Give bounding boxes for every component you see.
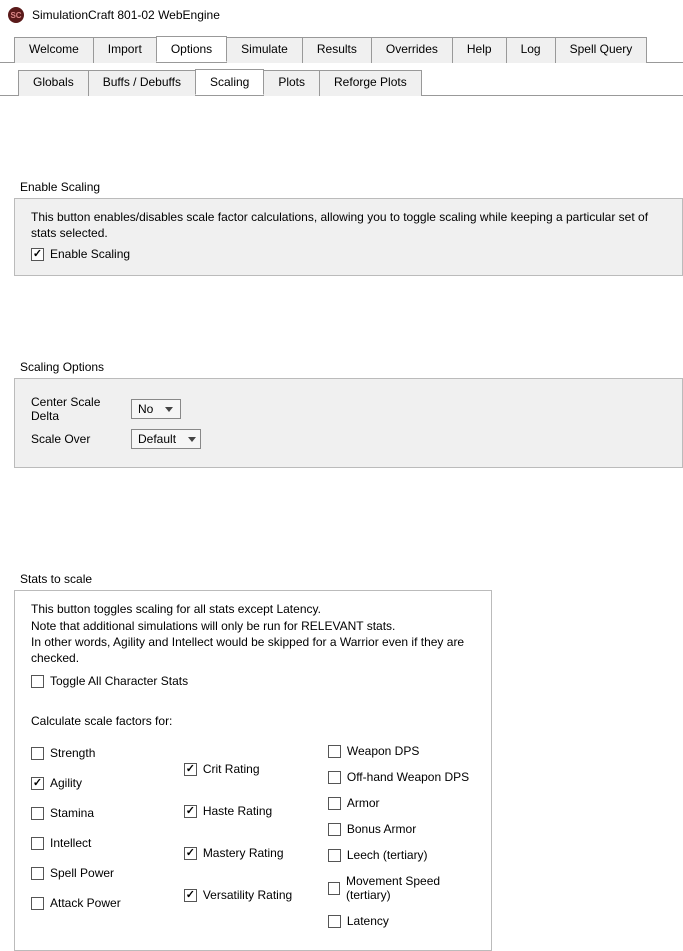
scaling-options-box: Center Scale Delta No Scale Over Default [14, 378, 683, 468]
toggle-all-stats-label: Toggle All Character Stats [50, 674, 188, 688]
enable-scaling-section: Enable Scaling This button enables/disab… [14, 180, 683, 276]
stat-leech-tertiary-[interactable]: Leech (tertiary) [328, 848, 477, 862]
tab-options[interactable]: Options [156, 36, 227, 62]
stat-bonus-armor[interactable]: Bonus Armor [328, 822, 477, 836]
titlebar: SC SimulationCraft 801-02 WebEngine [0, 0, 683, 30]
stat-column-1: Strength Agility Stamina Intellect Spell Pow… [31, 738, 154, 934]
subtab-globals[interactable]: Globals [18, 70, 89, 96]
stat-label: Agility [50, 776, 82, 790]
toggle-all-stats-row[interactable]: Toggle All Character Stats [31, 674, 477, 688]
stat-stamina[interactable]: Stamina [31, 806, 154, 820]
stat-column-2: Crit Rating Haste Rating Mastery Rating Ver… [184, 738, 298, 934]
stat-label: Latency [347, 914, 389, 928]
enable-scaling-desc: This button enables/disables scale facto… [31, 209, 668, 241]
stat-spell-power[interactable]: Spell Power [31, 866, 154, 880]
scale-over-select[interactable]: Default [131, 429, 201, 449]
stats-to-scale-desc: This button toggles scaling for all stat… [31, 601, 477, 666]
stat-intellect[interactable]: Intellect [31, 836, 154, 850]
subtab-plots[interactable]: Plots [263, 70, 320, 96]
stat-checkbox[interactable] [31, 747, 44, 760]
stat-label: Armor [347, 796, 380, 810]
stat-armor[interactable]: Armor [328, 796, 477, 810]
tab-results[interactable]: Results [302, 37, 372, 63]
stat-label: Strength [50, 746, 95, 760]
scale-over-value: Default [138, 432, 176, 446]
stat-label: Crit Rating [203, 762, 260, 776]
stat-label: Haste Rating [203, 804, 272, 818]
stat-label: Weapon DPS [347, 744, 420, 758]
stat-column-3: Weapon DPS Off-hand Weapon DPS Armor Bonus … [328, 738, 477, 934]
stat-latency[interactable]: Latency [328, 914, 477, 928]
center-scale-delta-label: Center Scale Delta [31, 395, 131, 423]
subtab-scaling[interactable]: Scaling [195, 69, 264, 95]
stat-checkbox[interactable] [184, 763, 197, 776]
center-scale-delta-select[interactable]: No [131, 399, 181, 419]
chevron-down-icon [188, 437, 196, 442]
tab-log[interactable]: Log [506, 37, 556, 63]
stat-weapon-dps[interactable]: Weapon DPS [328, 744, 477, 758]
stats-to-scale-box: This button toggles scaling for all stat… [14, 590, 492, 951]
stat-label: Intellect [50, 836, 91, 850]
scaling-options-section: Scaling Options Center Scale Delta No Sc… [14, 360, 683, 468]
scale-over-label: Scale Over [31, 432, 131, 446]
stat-attack-power[interactable]: Attack Power [31, 896, 154, 910]
tab-import[interactable]: Import [93, 37, 157, 63]
stat-label: Bonus Armor [347, 822, 416, 836]
stat-checkbox[interactable] [31, 777, 44, 790]
stat-checkbox[interactable] [31, 867, 44, 880]
subtab-reforge-plots[interactable]: Reforge Plots [319, 70, 422, 96]
tab-help[interactable]: Help [452, 37, 507, 63]
stat-checkbox[interactable] [31, 837, 44, 850]
enable-scaling-checkbox[interactable] [31, 248, 44, 261]
toggle-all-stats-checkbox[interactable] [31, 675, 44, 688]
main-tabs: WelcomeImportOptionsSimulateResultsOverr… [0, 36, 683, 63]
stat-checkbox[interactable] [184, 847, 197, 860]
stat-label: Stamina [50, 806, 94, 820]
stat-label: Versatility Rating [203, 888, 292, 902]
stat-checkbox[interactable] [328, 745, 341, 758]
enable-scaling-checkbox-label: Enable Scaling [50, 247, 130, 261]
app-icon: SC [8, 7, 24, 23]
stat-checkbox[interactable] [31, 807, 44, 820]
sub-tabs: GlobalsBuffs / DebuffsScalingPlotsReforg… [0, 69, 683, 96]
stat-checkbox[interactable] [328, 797, 341, 810]
enable-scaling-checkbox-row[interactable]: Enable Scaling [31, 247, 668, 261]
stat-movement-speed-tertiary-[interactable]: Movement Speed (tertiary) [328, 874, 477, 902]
stat-label: Spell Power [50, 866, 114, 880]
enable-scaling-box: This button enables/disables scale facto… [14, 198, 683, 276]
stat-checkbox[interactable] [328, 882, 340, 895]
stat-checkbox[interactable] [328, 771, 341, 784]
stat-versatility-rating[interactable]: Versatility Rating [184, 888, 298, 902]
enable-scaling-title: Enable Scaling [20, 180, 683, 194]
stat-checkbox[interactable] [184, 889, 197, 902]
tab-overrides[interactable]: Overrides [371, 37, 453, 63]
stat-off-hand-weapon-dps[interactable]: Off-hand Weapon DPS [328, 770, 477, 784]
stat-label: Attack Power [50, 896, 121, 910]
stat-checkbox[interactable] [31, 897, 44, 910]
stat-crit-rating[interactable]: Crit Rating [184, 762, 298, 776]
tab-spell-query[interactable]: Spell Query [555, 37, 648, 63]
subtab-buffs-debuffs[interactable]: Buffs / Debuffs [88, 70, 196, 96]
window-title: SimulationCraft 801-02 WebEngine [32, 8, 220, 22]
stat-label: Movement Speed (tertiary) [346, 874, 477, 902]
stat-checkbox[interactable] [328, 823, 341, 836]
stat-checkbox[interactable] [328, 915, 341, 928]
stat-checkbox[interactable] [184, 805, 197, 818]
stats-to-scale-title: Stats to scale [20, 572, 683, 586]
chevron-down-icon [165, 407, 173, 412]
center-scale-delta-value: No [138, 402, 153, 416]
stat-label: Mastery Rating [203, 846, 284, 860]
stats-to-scale-section: Stats to scale This button toggles scali… [14, 572, 683, 951]
stat-haste-rating[interactable]: Haste Rating [184, 804, 298, 818]
stat-agility[interactable]: Agility [31, 776, 154, 790]
stat-label: Leech (tertiary) [347, 848, 428, 862]
calc-scale-factors-header: Calculate scale factors for: [31, 714, 477, 728]
tab-simulate[interactable]: Simulate [226, 37, 303, 63]
scaling-options-title: Scaling Options [20, 360, 683, 374]
stat-mastery-rating[interactable]: Mastery Rating [184, 846, 298, 860]
tab-welcome[interactable]: Welcome [14, 37, 94, 63]
stat-strength[interactable]: Strength [31, 746, 154, 760]
stat-label: Off-hand Weapon DPS [347, 770, 469, 784]
